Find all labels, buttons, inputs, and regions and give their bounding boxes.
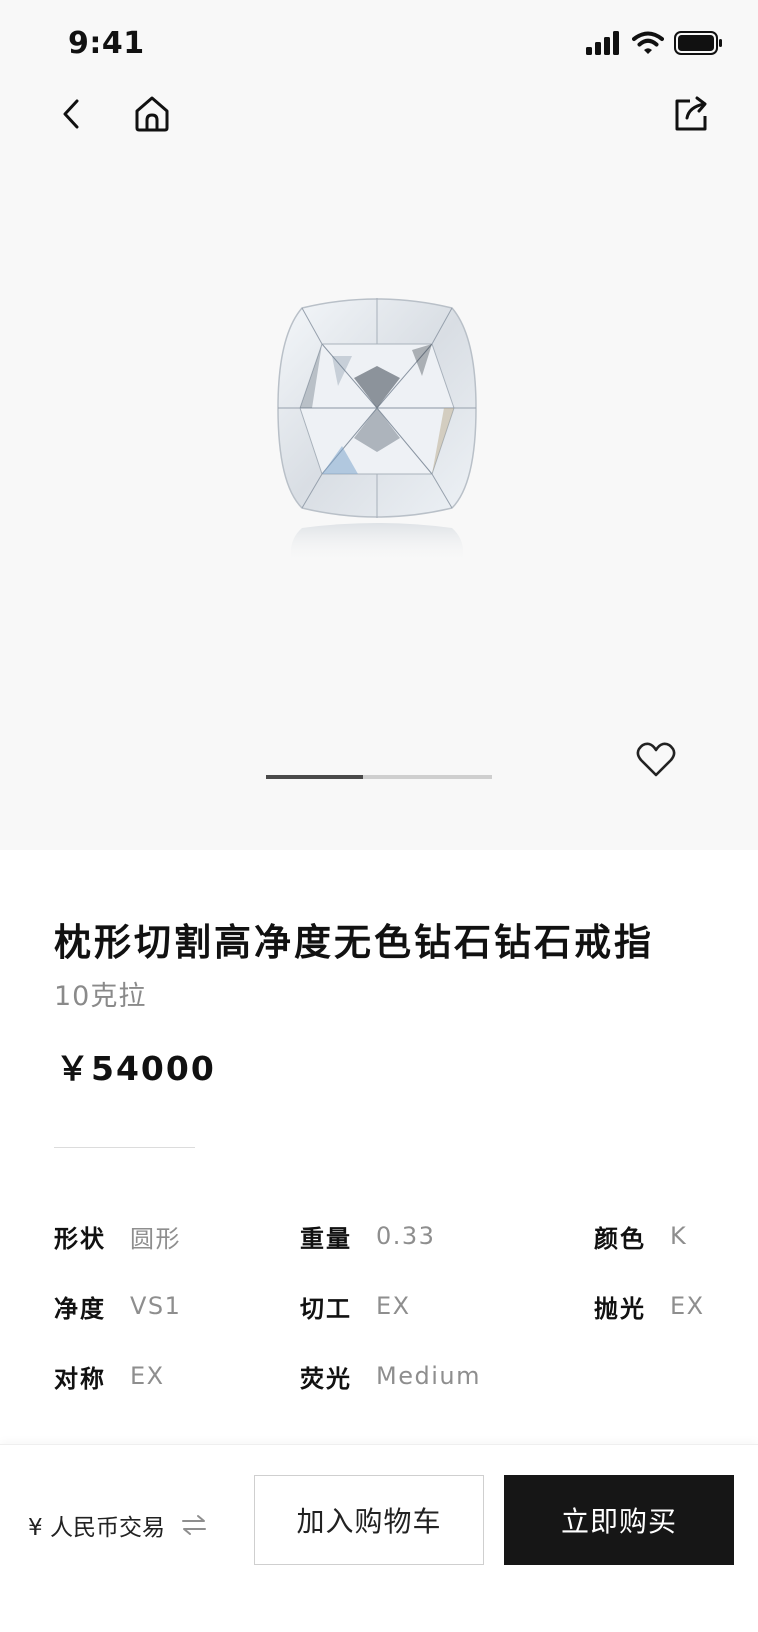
- spec-label: 荧光: [300, 1364, 352, 1393]
- spec-shape: 形状 圆形: [54, 1219, 181, 1253]
- gallery-pager: [266, 775, 492, 779]
- spec-label: 切工: [300, 1294, 352, 1323]
- gallery-pager-progress: [266, 775, 363, 779]
- spec-value: EX: [670, 1292, 705, 1320]
- product-gallery[interactable]: 9:41: [0, 0, 758, 850]
- product-detail-screen: 9:41 枕形切割高净度无色钻石钻石戒指 10克拉 ￥54000 形状 圆形 重…: [0, 0, 758, 1632]
- spec-value: 0.33: [376, 1222, 436, 1250]
- spec-clarity: 净度 VS1: [54, 1289, 181, 1323]
- spec-symmetry: 对称 EX: [54, 1359, 165, 1393]
- spec-label: 重量: [300, 1224, 352, 1253]
- spec-cut: 切工 EX: [300, 1289, 411, 1323]
- favorite-button[interactable]: [632, 738, 680, 786]
- wifi-icon: [632, 31, 664, 59]
- spec-value: 圆形: [130, 1224, 181, 1253]
- spec-label: 颜色: [594, 1224, 646, 1253]
- signal-icon: [586, 31, 622, 59]
- spec-value: Medium: [376, 1362, 481, 1390]
- status-time: 9:41: [68, 26, 145, 61]
- status-icons: [586, 30, 724, 60]
- buy-now-button[interactable]: 立即购买: [504, 1475, 734, 1565]
- spec-polish: 抛光 EX: [594, 1289, 705, 1323]
- currency-switch[interactable]: ¥ 人民币交易: [28, 1505, 207, 1545]
- spec-label: 对称: [54, 1364, 106, 1393]
- spec-label: 抛光: [594, 1294, 646, 1323]
- product-image: [262, 296, 492, 606]
- back-button[interactable]: [42, 86, 102, 146]
- spec-value: EX: [376, 1292, 411, 1320]
- battery-icon: [674, 31, 724, 59]
- currency-label: ¥ 人民币交易: [28, 1515, 165, 1541]
- spec-label: 形状: [54, 1224, 106, 1253]
- home-icon: [133, 95, 171, 137]
- spec-label: 净度: [54, 1294, 106, 1323]
- spec-fluorescence: 荧光 Medium: [300, 1359, 481, 1393]
- spec-weight: 重量 0.33: [300, 1219, 435, 1253]
- heart-icon: [636, 742, 676, 782]
- spec-color: 颜色 K: [594, 1219, 687, 1253]
- divider: [54, 1147, 195, 1148]
- spec-value: EX: [130, 1362, 165, 1390]
- product-title: 枕形切割高净度无色钻石钻石戒指: [54, 921, 654, 964]
- bottom-action-bar: ¥ 人民币交易 加入购物车 立即购买: [0, 1444, 758, 1632]
- share-icon: [673, 95, 711, 137]
- product-carat: 10克拉: [54, 981, 147, 1012]
- swap-icon: [181, 1514, 207, 1536]
- status-bar: 9:41: [0, 0, 758, 90]
- spec-value: VS1: [130, 1292, 182, 1320]
- add-to-cart-button[interactable]: 加入购物车: [254, 1475, 484, 1565]
- nav-bar: [0, 86, 758, 146]
- back-icon: [58, 98, 86, 134]
- share-button[interactable]: [662, 86, 722, 146]
- product-price: ￥54000: [56, 1049, 216, 1088]
- spec-value: K: [670, 1222, 688, 1250]
- home-button[interactable]: [122, 86, 182, 146]
